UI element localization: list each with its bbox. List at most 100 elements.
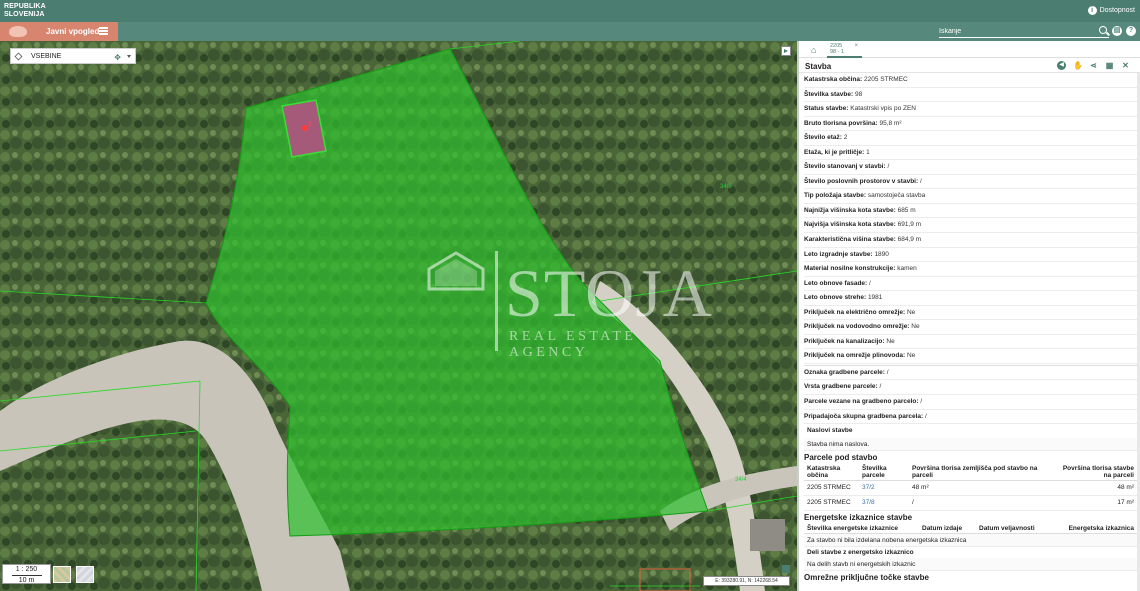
attribute-value: / [879,383,882,391]
map-view[interactable]: 2 34/9 34/4 STOJA REAL ESTATE AGENCY VSE… [0,41,797,591]
attribute-row: Oznaka gradbene parcele: / [804,366,1137,381]
accessibility-link[interactable]: i Dostopnost [1087,6,1135,15]
energy-table: Številka energetske izkaznice Datum izda… [804,524,1137,535]
scale-bar [11,575,42,576]
attribute-row: Status stavbe: Katastrski vpis po ZEN [804,102,1137,117]
attribute-row: Bruto tlorisna površina: 95,8 m² [804,117,1137,132]
attribute-label: Pripadajoča skupna gradbena parcela: [804,412,924,420]
attribute-value: Ne [911,323,920,331]
parts-empty: Na delih stavb ni energetskih izkaznic [804,558,1137,572]
attribute-value: / [887,163,890,171]
addresses-title: Naslovi stavbe [807,427,853,435]
map-scroll-handle[interactable] [782,565,790,573]
eye-icon [0,22,34,41]
parcel-link[interactable]: 37/2 [859,480,909,497]
attribute-label: Število poslovnih prostorov v stavbi: [804,177,919,185]
panel-actions: ◀ ✋ ⋖ ▦ ✕ [1057,61,1130,70]
parcel-link[interactable]: 37/8 [859,495,909,512]
attribute-label: Vrsta gradbene parcele: [804,383,878,391]
addresses-empty: Stavba nima naslova. [804,438,1137,452]
attribute-value: Ne [906,352,916,360]
attribute-label: Priključek na kanalizacijo: [804,337,885,345]
attribute-value: 98 [854,90,863,98]
basemap-topographic-button[interactable] [76,566,94,583]
info-panel: ⌂ 2205 98 - 1 × Stavba ◀ ✋ ⋖ ▦ ✕ Katastr… [797,41,1140,591]
back-icon[interactable]: ◀ [1057,61,1066,70]
attribute-label: Etaža, ki je pritličje: [804,148,865,156]
panel-content: Katastrska občina: 2205 STRMEC Številka s… [804,73,1137,584]
move-icon[interactable]: ✥ [114,53,121,62]
table-cell: / [909,495,1059,512]
app-title: Javni vpogled [46,27,100,36]
table-cell: 17 m² [1059,495,1137,512]
table-header: Površina tlorisa zemljišča pod stavbo na… [909,464,1059,482]
close-icon[interactable]: ✕ [1121,61,1130,70]
attribute-label: Tip položaja stavbe: [804,192,867,200]
attribute-label: Katastrska občina: [804,76,863,83]
watermark-title: STOJA [505,255,713,331]
chevron-down-icon[interactable] [127,55,131,58]
attribute-value: 685 m [897,206,916,214]
attribute-row: Leto izgradnje stavbe: 1890 [804,248,1137,263]
parcel-label: 34/4 [735,477,747,483]
attribute-row: Pripadajoča skupna gradbena parcela: / [804,410,1137,425]
table-header: Katastrska občina [804,464,859,482]
help-icon[interactable]: ? [1126,26,1136,36]
logo-line2: SLOVENIJA [4,11,45,18]
attribute-value: / [920,398,923,406]
attribute-list: Oznaka gradbene parcele: / Vrsta gradbene… [804,366,1137,425]
attribute-value: samostoječa stavba [867,192,926,200]
attribute-value: / [925,412,927,420]
coordinates-readout: E: 393280.91, N: 142268.54 [703,576,790,586]
attribute-row: Leto obnove strehe: 1981 [804,291,1137,306]
chat-icon[interactable]: ▤ [1112,26,1122,36]
search-icon[interactable] [1099,26,1107,34]
document-icon[interactable]: ▦ [1105,61,1114,70]
table-row: 2205 STRMEC 37/8 / 17 m² [804,495,1137,512]
table-cell: 48 m² [1059,480,1137,497]
content-select-label: VSEBINE [31,52,62,60]
attribute-value: / [919,177,922,185]
attribute-row: Število poslovnih prostorov v stavbi: / [804,175,1137,190]
tab-building[interactable]: 2205 98 - 1 × [827,42,862,58]
menu-icon[interactable] [99,27,108,35]
attribute-value: / [869,279,871,287]
collapse-panel-button[interactable] [781,46,791,56]
attribute-label: Število stanovanj v stavbi: [804,163,886,171]
attribute-row: Priključek na omrežje plinovoda: Ne [804,349,1137,364]
parts-title: Deli stavbe z energetsko izkaznico [807,549,914,557]
attribute-value: 2 [843,134,848,142]
table-header: Površina tlorisa stavbe na parceli [1059,464,1137,482]
app-actions: ▤ ? [1112,26,1136,36]
attribute-row: Vrsta gradbene parcele: / [804,380,1137,396]
attribute-label: Karakteristična višina stavbe: [804,236,896,244]
attribute-row: Parcele vezane na gradbeno parcelo: / [804,395,1137,410]
energy-empty: Za stavbo ni bila izdelana nobena energe… [804,534,1137,548]
attribute-value: Ne [886,337,895,345]
table-header: Številka parcele [859,464,909,482]
government-logo[interactable]: REPUBLIKA SLOVENIJA [4,3,46,19]
attribute-row: Najvišja višinska kota stavbe: 691,9 m [804,218,1137,234]
attribute-value: 1981 [867,294,883,302]
hand-icon[interactable]: ✋ [1073,61,1083,70]
attribute-row: Karakteristična višina stavbe: 684,9 m [804,233,1137,248]
panel-tabs: ⌂ 2205 98 - 1 × [799,41,1140,58]
attribute-label: Parcele vezane na gradbeno parcelo: [804,398,919,406]
scale-control[interactable]: 1 : 250 10 m [2,564,51,584]
table-header: Energetska izkaznica [1056,524,1137,535]
scale-length: 10 m [18,577,35,584]
attribute-value: 95,8 m² [879,119,902,127]
map-layers-icon[interactable]: ⌂ [811,45,821,55]
attribute-row: Priključek na kanalizacijo: Ne [804,335,1137,350]
attribute-row: Katastrska občina: 2205 STRMEC [804,73,1137,88]
attribute-label: Status stavbe: [804,105,849,113]
neighbor-building [750,519,785,551]
attribute-list: Katastrska občina: 2205 STRMEC Številka s… [804,73,1137,364]
basemap-orthophoto-button[interactable] [53,566,71,583]
search-input[interactable] [939,25,1094,37]
attribute-value: kamen [897,265,917,273]
search-box [939,25,1109,38]
share-icon[interactable]: ⋖ [1089,61,1098,70]
content-select[interactable]: VSEBINE ✥ [10,48,136,64]
close-icon[interactable]: × [854,43,858,49]
